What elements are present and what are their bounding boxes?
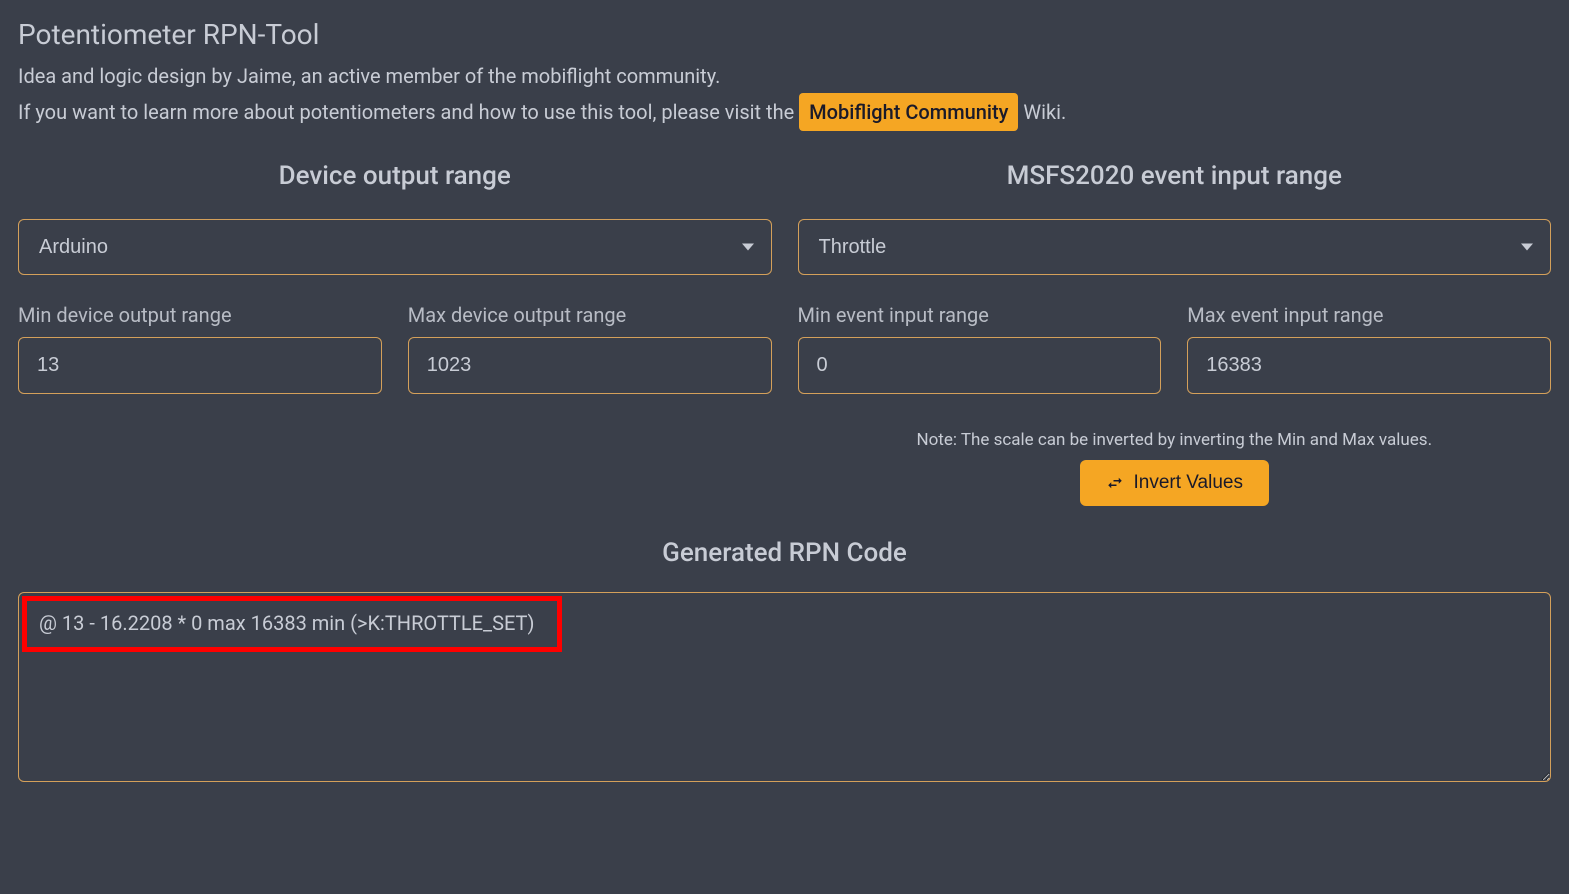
subtitle-line1: Idea and logic design by Jaime, an activ… (18, 64, 720, 88)
min-device-input[interactable] (18, 337, 382, 394)
page-title: Potentiometer RPN-Tool (18, 18, 1551, 51)
max-event-label: Max event input range (1187, 303, 1551, 327)
device-output-column: Device output range Arduino Min device o… (18, 161, 772, 506)
invert-values-button[interactable]: Invert Values (1080, 460, 1269, 506)
rpn-code-output[interactable] (18, 592, 1551, 782)
event-select[interactable]: Throttle (798, 219, 1552, 275)
max-event-input[interactable] (1187, 337, 1551, 394)
subtitle-line2-post: Wiki. (1018, 100, 1066, 124)
max-device-input[interactable] (408, 337, 772, 394)
device-output-heading: Device output range (18, 161, 772, 191)
community-link[interactable]: Mobiflight Community (799, 93, 1018, 131)
event-input-heading: MSFS2020 event input range (798, 161, 1552, 191)
max-device-label: Max device output range (408, 303, 772, 327)
invert-button-label: Invert Values (1134, 472, 1243, 494)
min-device-label: Min device output range (18, 303, 382, 327)
min-event-input[interactable] (798, 337, 1162, 394)
event-input-column: MSFS2020 event input range Throttle Min … (798, 161, 1552, 506)
min-event-label: Min event input range (798, 303, 1162, 327)
subtitle-line2-pre: If you want to learn more about potentio… (18, 100, 799, 124)
swap-icon (1106, 474, 1124, 492)
generated-code-heading: Generated RPN Code (18, 538, 1551, 568)
invert-note: Note: The scale can be inverted by inver… (798, 430, 1552, 450)
device-select[interactable]: Arduino (18, 219, 772, 275)
